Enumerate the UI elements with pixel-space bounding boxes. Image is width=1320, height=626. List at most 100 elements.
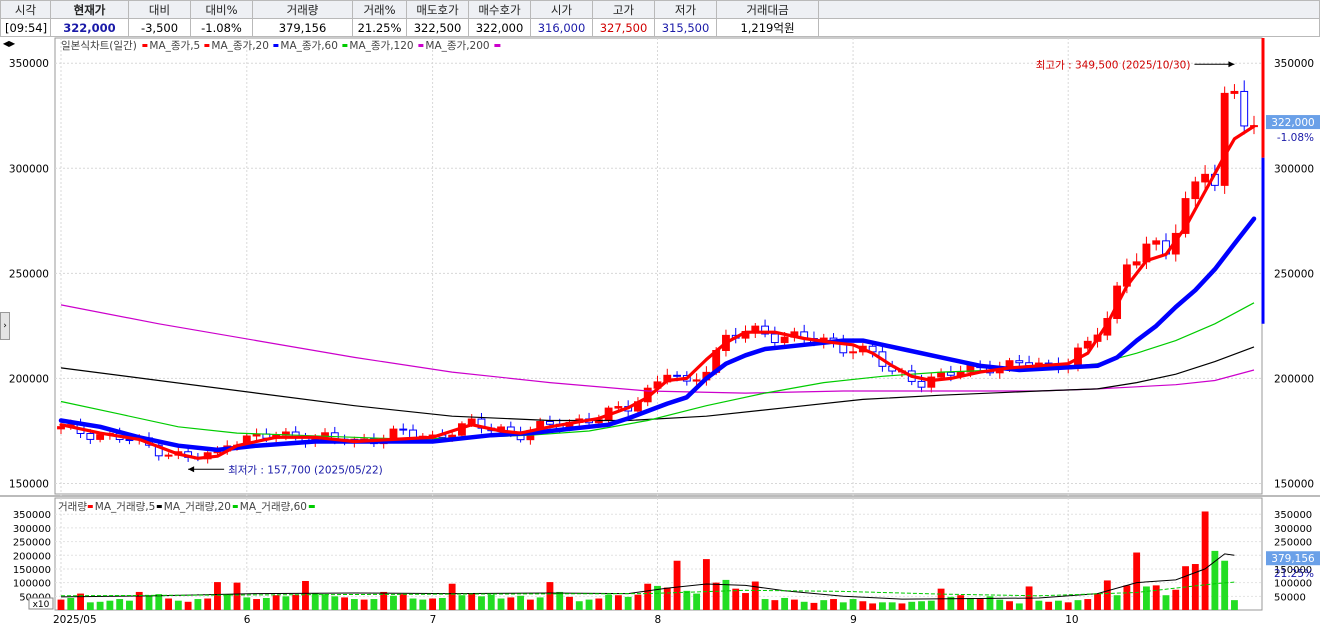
header-empty [818, 0, 1320, 19]
candle-body [399, 428, 408, 431]
volume-bar [663, 587, 671, 610]
volume-tick-label-right: 300000 [1274, 524, 1312, 535]
volume-bar [448, 583, 456, 610]
volume-bar [683, 590, 691, 610]
header-low: 저가 [654, 0, 717, 19]
volume-bar [673, 560, 681, 610]
candle-body [673, 374, 681, 377]
x-tick-label: 6 [244, 614, 251, 626]
candle-body [1132, 261, 1141, 266]
candle-body [937, 371, 946, 378]
volume-legend-item: MA_거래량,60 [240, 501, 307, 513]
volume-bar [497, 598, 505, 610]
volume-bar [409, 598, 417, 610]
stock-chart[interactable]: 150000 150000 200000 200000 250000 250000 3000… [0, 36, 1320, 626]
current-volume-badge-label: 379,156 [1271, 553, 1315, 565]
volume-bar [1231, 600, 1238, 610]
candle-body [96, 434, 105, 440]
volume-bar [341, 597, 349, 610]
volume-bar [644, 583, 652, 610]
candle-body [1201, 173, 1210, 183]
price-legend-item: MA_종가,60 [280, 40, 338, 52]
volume-bar [742, 593, 749, 610]
candle-body [849, 351, 857, 354]
price-legend-item: MA_종가,5 [149, 40, 200, 52]
volume-bar [693, 593, 701, 610]
current-volume-pct-label: 21.25% [1274, 568, 1314, 580]
volume-bar [1123, 585, 1131, 610]
volume-bar [927, 600, 935, 610]
current-change-label: -1.08% [1277, 132, 1314, 144]
volume-bar [165, 598, 172, 610]
x-tick-label: 2025/05 [53, 614, 97, 626]
volume-bar [184, 601, 192, 610]
volume-bar [1172, 589, 1180, 610]
volume-bar [605, 594, 613, 610]
candle-body [467, 418, 476, 425]
volume-bar [106, 600, 114, 610]
candle-body [614, 406, 623, 409]
expand-panel-button[interactable]: › [0, 312, 10, 340]
volume-tick-label-left: 100000 [13, 579, 51, 590]
candle-body [946, 371, 955, 376]
price-legend-swatch [142, 44, 148, 47]
volume-bar [937, 588, 945, 610]
volume-bar [888, 602, 896, 610]
volume-bar [732, 588, 740, 610]
volume-bar [1103, 580, 1111, 610]
price-panel-frame [54, 37, 1263, 495]
volume-bar [1221, 560, 1229, 610]
x-tick-label: 10 [1065, 614, 1078, 626]
low-annotation-label: 최저가 : 157,700 (2025/05/22) [228, 464, 383, 476]
volume-bar [1074, 600, 1082, 610]
candle-body [917, 380, 926, 388]
candle-body [1220, 92, 1229, 186]
volume-bar [331, 596, 339, 610]
volume-bar [585, 599, 593, 610]
volume-bar [1015, 603, 1023, 610]
price-legend-swatch [418, 44, 424, 47]
value-time: [09:54] [0, 18, 51, 37]
volume-bar [243, 597, 251, 610]
candle-body [389, 428, 398, 440]
volume-bar [908, 601, 916, 610]
volume-bar [536, 597, 544, 610]
volume-bar [526, 599, 534, 610]
value-high: 327,500 [592, 18, 655, 37]
volume-bar [311, 593, 319, 610]
volume-bar [1162, 595, 1170, 610]
price-legend-item: MA_종가,120 [349, 40, 413, 52]
volume-bar [390, 595, 397, 610]
volume-bar [790, 599, 798, 610]
volume-bar [1084, 599, 1092, 610]
volume-bar [116, 599, 124, 610]
volume-bar [86, 602, 94, 610]
volume-legend-swatch [308, 505, 315, 508]
price-tick-label-left: 300000 [9, 163, 49, 175]
volume-bar [771, 600, 779, 610]
volume-unit-label: x10 [33, 600, 50, 610]
volume-bar [624, 596, 632, 610]
volume-bar [1182, 566, 1189, 610]
volume-bar [1201, 511, 1209, 610]
scroll-arrows-icon[interactable]: ◀▶ [2, 38, 16, 49]
volume-bar [966, 597, 974, 610]
volume-bar [174, 600, 182, 610]
volume-bar [214, 582, 221, 610]
volume-tick-label-right: 250000 [1274, 538, 1312, 549]
candle-body [57, 426, 65, 430]
value-change-pct: -1.08% [190, 18, 253, 37]
volume-legend-swatch [232, 505, 238, 508]
price-legend-swatch [494, 44, 501, 47]
volume-bar [996, 599, 1004, 610]
volume-bar [575, 601, 583, 610]
quote-header-row: 시각 현재가 대비 대비% 거래량 거래% 매도호가 매수호가 시가 고가 저가… [0, 0, 1320, 19]
high-annotation-label: 최고가 : 349,500 (2025/10/30) [1036, 59, 1191, 71]
price-tick-label-right: 300000 [1274, 163, 1314, 175]
volume-bar [458, 595, 466, 610]
volume-bar [712, 582, 720, 610]
value-open: 316,000 [530, 18, 593, 37]
volume-bar [282, 596, 290, 610]
header-high: 고가 [592, 0, 655, 19]
volume-bar [67, 597, 75, 610]
